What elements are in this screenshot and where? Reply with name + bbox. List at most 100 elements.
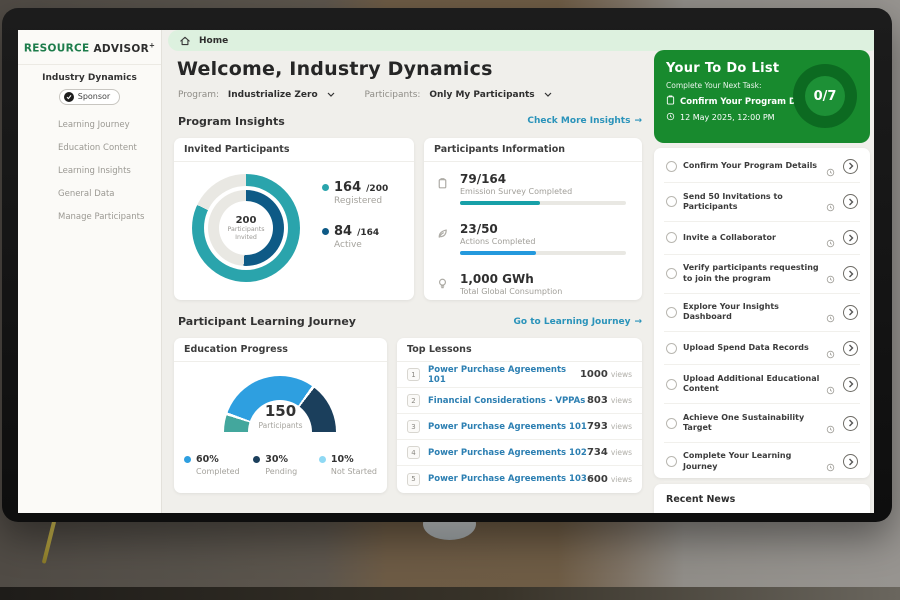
chevron-right-icon[interactable]	[843, 266, 858, 281]
legend-dot	[319, 456, 326, 463]
legend-label: Active	[334, 240, 388, 250]
check-more-insights-link[interactable]: Check More Insights→	[527, 116, 642, 126]
section-program-insights: Program Insights	[178, 115, 285, 128]
legend-dot	[322, 184, 329, 191]
desk-edge	[0, 587, 900, 600]
section-learning-journey: Participant Learning Journey	[178, 315, 356, 328]
todo-item[interactable]: Invite a Collaborator	[664, 222, 860, 255]
todo-item[interactable]: Upload Additional Educational Content	[664, 365, 860, 404]
chevron-right-icon[interactable]	[843, 416, 858, 431]
lesson-link[interactable]: Power Purchase Agreements 101	[428, 365, 580, 385]
checkbox[interactable]	[666, 343, 677, 354]
chevron-right-icon[interactable]	[843, 194, 858, 209]
lesson-row: 2 Financial Considerations - VPPAs 803 v…	[397, 388, 642, 414]
todo-item[interactable]: Verify participants requesting to join t…	[664, 255, 860, 294]
arrow-right-icon: →	[634, 116, 642, 126]
todo-item-label: Upload Additional Educational Content	[683, 374, 820, 395]
checkbox[interactable]	[666, 268, 677, 279]
legend-entry: 84/164 Active	[322, 224, 388, 250]
todo-item-label: Explore Your Insights Dashboard	[683, 302, 820, 323]
lesson-link[interactable]: Power Purchase Agreements 102	[428, 448, 587, 458]
progress-bar	[460, 201, 626, 205]
org-name: Industry Dynamics	[18, 73, 161, 83]
clock-icon	[826, 308, 835, 317]
legend-entry: 10% Not Started	[319, 454, 377, 476]
lesson-views: 803	[587, 395, 608, 406]
todo-item-label: Invite a Collaborator	[683, 233, 820, 243]
checkbox[interactable]	[666, 196, 677, 207]
checkbox[interactable]	[666, 161, 677, 172]
sidebar-item-manage-participants[interactable]: Manage Participants	[18, 206, 161, 229]
lesson-link[interactable]: Power Purchase Agreements 103	[428, 474, 587, 484]
lesson-row: 5 Power Purchase Agreements 103 600 view…	[397, 466, 642, 492]
legend-label: Completed	[196, 467, 240, 476]
checkbox[interactable]	[666, 456, 677, 467]
donut-center-value: 200	[236, 215, 257, 226]
todo-item[interactable]: Send 50 Invitations to Participants	[664, 183, 860, 222]
legend-label: Registered	[334, 196, 388, 206]
clock-icon	[826, 380, 835, 389]
checkbox[interactable]	[666, 418, 677, 429]
stat-row: 1,000 GWh Total Global Consumption	[436, 272, 632, 312]
filters-row: Program: Industrialize Zero Participants…	[178, 90, 552, 100]
donut-legend: 164/200 Registered 84/164 Active	[322, 180, 388, 268]
legend-dot	[322, 228, 329, 235]
lesson-row: 3 Power Purchase Agreements 101 793 view…	[397, 414, 642, 440]
chevron-right-icon[interactable]	[843, 454, 858, 469]
consumption-icon	[436, 275, 449, 288]
invited-participants-card: Invited Participants 200 Participants In…	[174, 138, 414, 300]
sidebar-item-label: General Data	[58, 189, 115, 199]
checkbox[interactable]	[666, 232, 677, 243]
todo-item-label: Send 50 Invitations to Participants	[683, 192, 820, 213]
card-title: Top Lessons	[397, 338, 642, 362]
divider	[18, 64, 161, 65]
todo-item[interactable]: Complete Your Learning Journey	[664, 443, 860, 482]
chevron-right-icon[interactable]	[843, 159, 858, 174]
stat-row: 23/50 Actions Completed	[436, 222, 632, 262]
card-title: Invited Participants	[174, 138, 414, 162]
legend-pct: 10%	[331, 454, 354, 465]
stat-value: 1,000 GWh	[460, 272, 632, 286]
stat-label: Total Global Consumption	[460, 287, 632, 296]
participants-dropdown[interactable]: Participants: Only My Participants	[365, 90, 552, 100]
views-label: views	[611, 396, 632, 405]
chevron-right-icon[interactable]	[843, 341, 858, 356]
gauge-legend: 60% Completed 30% Pending 10% Not Starte…	[184, 454, 377, 476]
sidebar-item-general-data[interactable]: General Data	[18, 183, 161, 206]
chevron-right-icon[interactable]	[843, 377, 858, 392]
legend-dot	[253, 456, 260, 463]
clock-icon	[826, 197, 835, 206]
lesson-link[interactable]: Financial Considerations - VPPAs	[428, 396, 585, 406]
sidebar-item-learning-insights[interactable]: Learning Insights	[18, 160, 161, 183]
legend-entry: 60% Completed	[184, 454, 240, 476]
chevron-right-icon[interactable]	[843, 305, 858, 320]
todo-progress-value: 0/7	[805, 76, 845, 116]
todo-item[interactable]: Confirm Your Program Details	[664, 150, 860, 183]
go-to-learning-journey-link[interactable]: Go to Learning Journey→	[514, 317, 642, 327]
clock-icon	[826, 269, 835, 278]
checkbox[interactable]	[666, 379, 677, 390]
sidebar-item-label: Learning Journey	[58, 120, 130, 130]
todo-progress-ring: 0/7	[793, 64, 857, 128]
lesson-views: 734	[587, 447, 608, 458]
program-dropdown[interactable]: Program: Industrialize Zero	[178, 90, 335, 100]
top-lessons-card: Top Lessons 1 Power Purchase Agreements …	[397, 338, 642, 493]
lesson-views: 1000	[580, 369, 608, 380]
survey-icon	[436, 175, 449, 188]
lesson-link[interactable]: Power Purchase Agreements 101	[428, 422, 587, 432]
chevron-right-icon[interactable]	[843, 230, 858, 245]
todo-item-label: Achieve One Sustainability Target	[683, 413, 820, 434]
todo-item[interactable]: Explore Your Insights Dashboard	[664, 294, 860, 333]
card-title: Participants Information	[424, 138, 642, 162]
legend-pct: 60%	[196, 454, 219, 465]
sidebar-item-education-content[interactable]: Education Content	[18, 137, 161, 160]
clipboard-icon	[666, 95, 675, 108]
app-logo: RESOURCE ADVISOR+	[18, 41, 161, 55]
checkbox[interactable]	[666, 307, 677, 318]
sidebar-item-label: Manage Participants	[58, 212, 144, 222]
actions-icon	[436, 225, 449, 238]
todo-item[interactable]: Upload Spend Data Records	[664, 332, 860, 365]
sidebar-item-learning-journey[interactable]: Learning Journey	[18, 114, 161, 137]
todo-item[interactable]: Achieve One Sustainability Target	[664, 404, 860, 443]
stat-value: 79/164	[460, 172, 632, 186]
